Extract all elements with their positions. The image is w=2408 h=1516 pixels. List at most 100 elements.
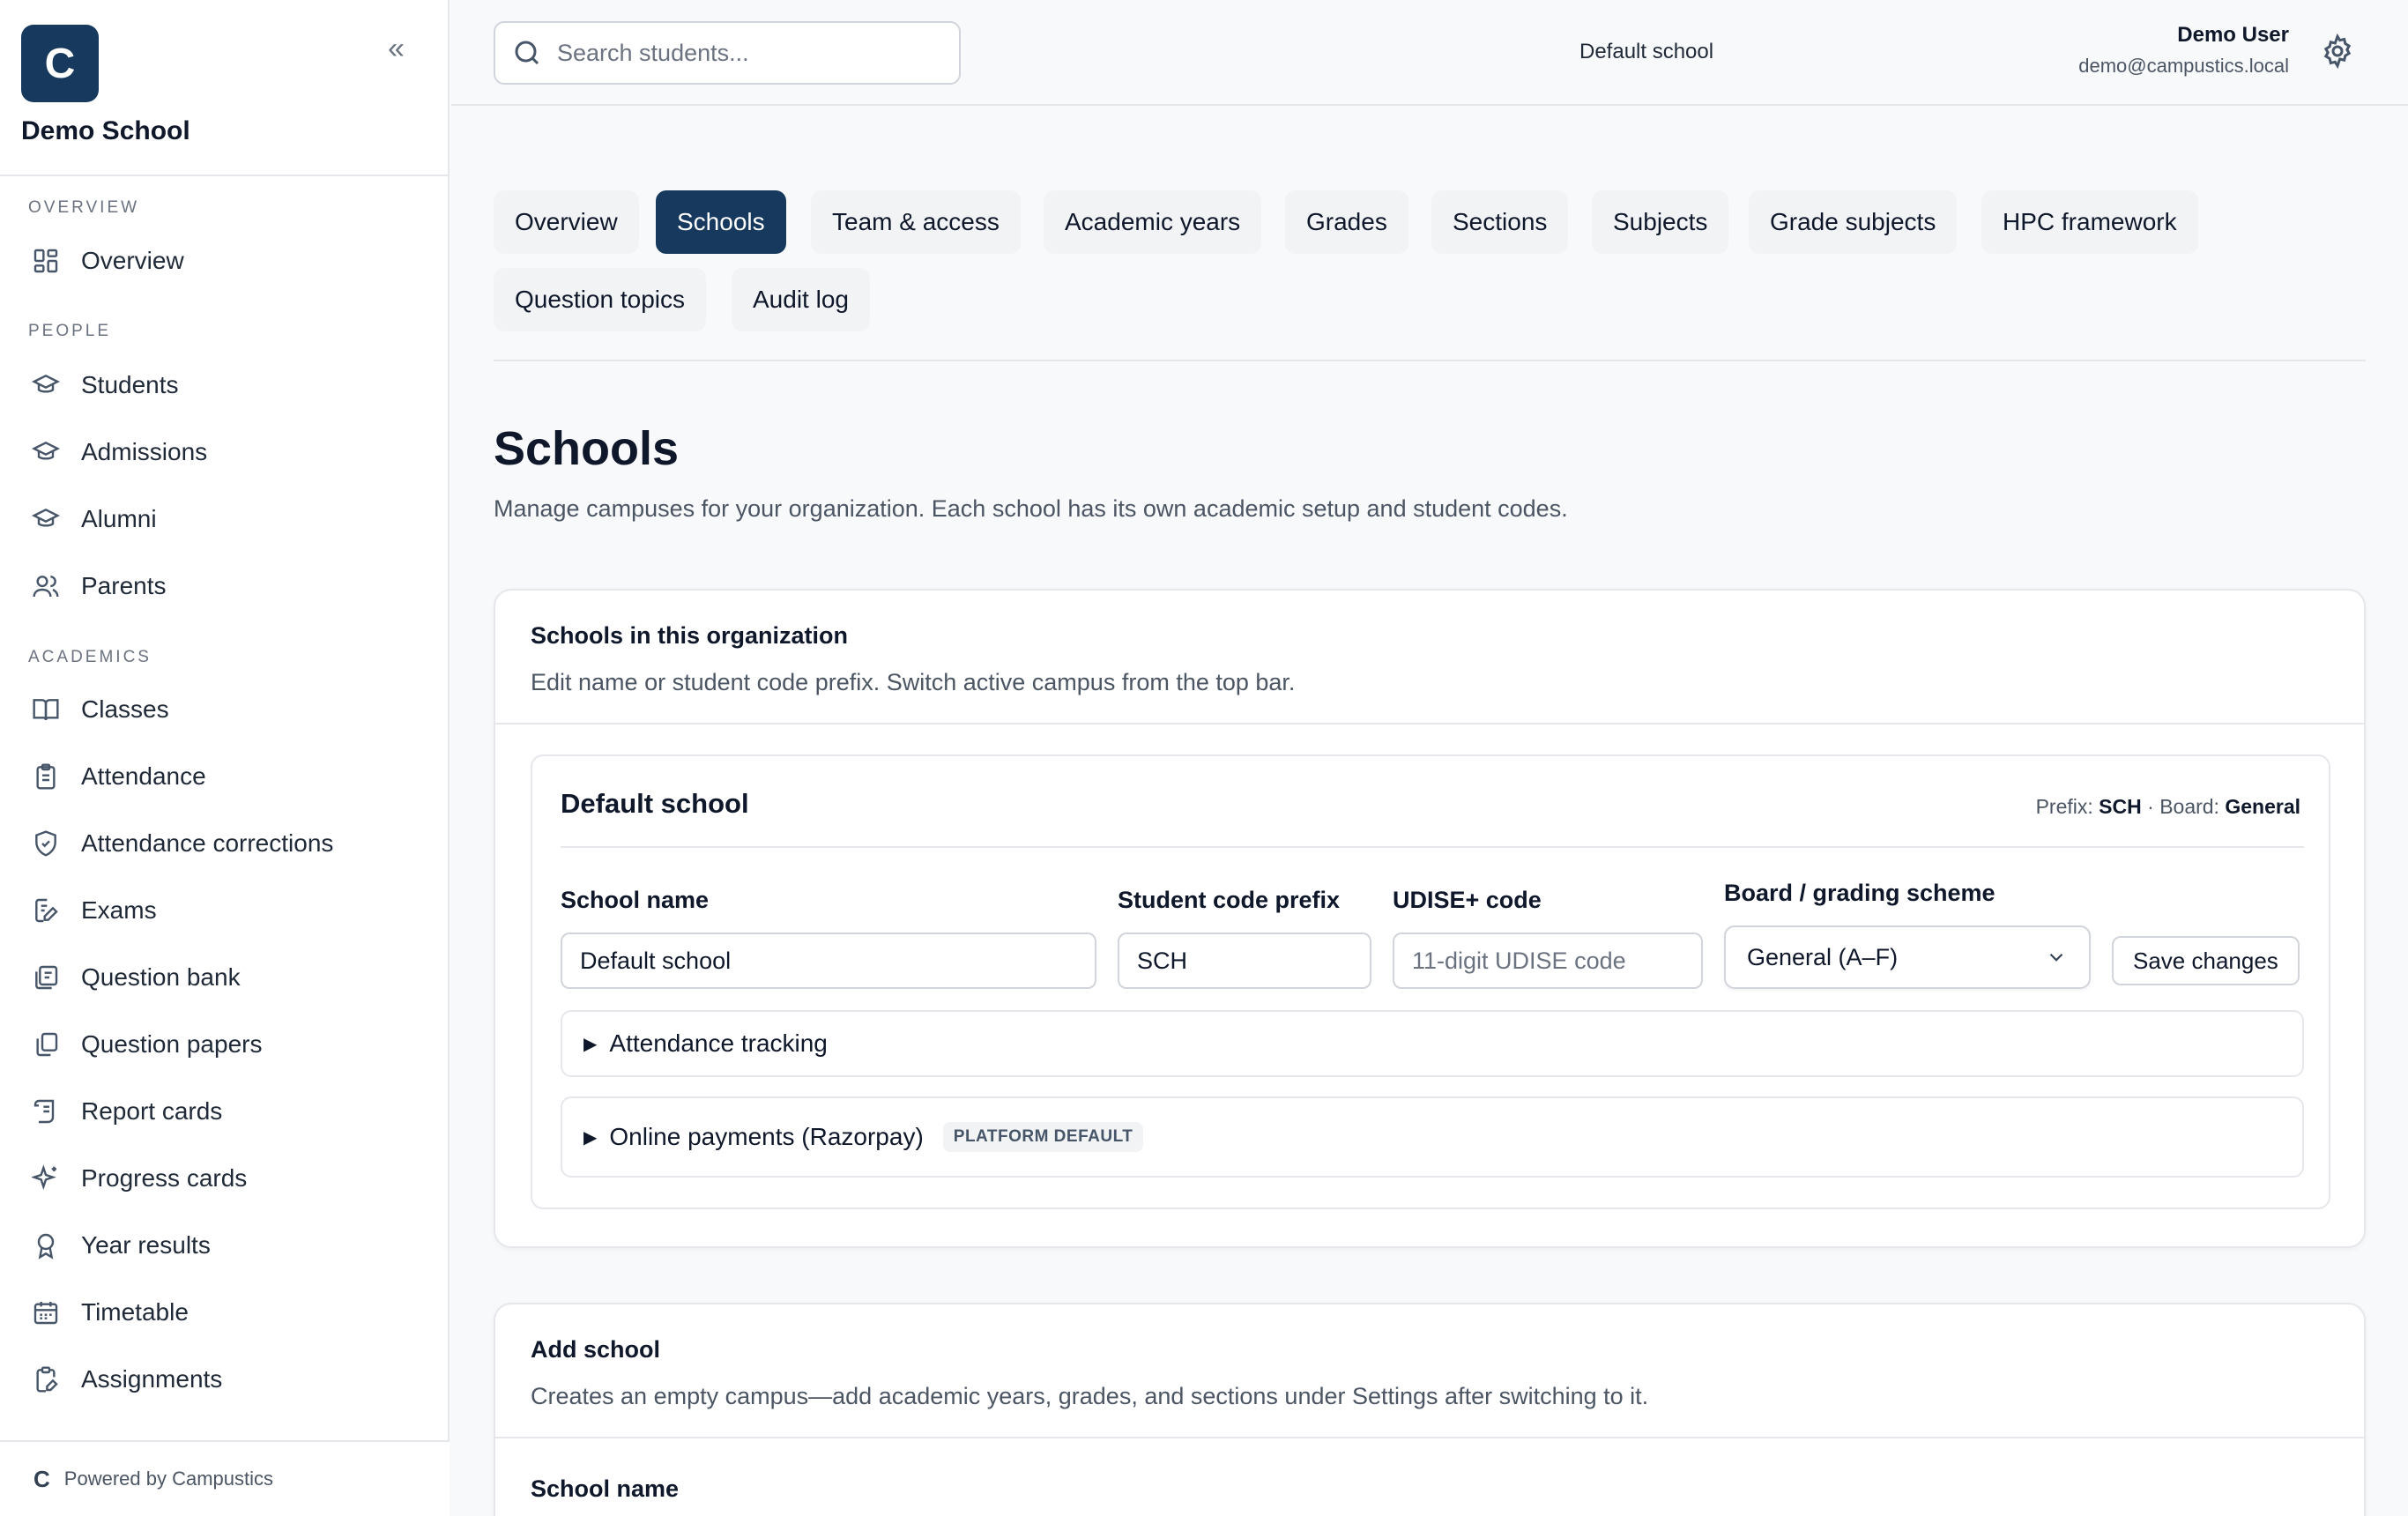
tab-sections[interactable]: Sections bbox=[1431, 190, 1569, 254]
top-bar: Default school Demo User demo@campustics… bbox=[451, 0, 2408, 106]
tab-audit-log[interactable]: Audit log bbox=[732, 268, 870, 331]
sidebar-item-label: Question papers bbox=[81, 1030, 263, 1058]
add-school-name-label: School name bbox=[531, 1475, 680, 1502]
section-label-people: PEOPLE bbox=[28, 322, 112, 340]
sidebar-item-label: Overview bbox=[81, 247, 184, 274]
sidebar-item-report-cards[interactable]: Report cards bbox=[0, 1085, 450, 1138]
tab-grade-subjects[interactable]: Grade subjects bbox=[1749, 190, 1958, 254]
chevron-down-icon bbox=[2049, 953, 2063, 962]
tab-subjects[interactable]: Subjects bbox=[1592, 190, 1729, 254]
sidebar-item-exams[interactable]: Exams bbox=[0, 884, 450, 937]
search-input[interactable] bbox=[557, 39, 945, 67]
card-header: Add school Creates an empty campus—add a… bbox=[495, 1304, 2364, 1438]
board-grading-value: General (A–F) bbox=[1747, 943, 1899, 970]
school-name-label: School name bbox=[561, 887, 710, 913]
sidebar-item-year-results[interactable]: Year results bbox=[0, 1219, 450, 1272]
section-label-overview: OVERVIEW bbox=[28, 198, 140, 217]
sidebar-item-label: Report cards bbox=[81, 1097, 223, 1125]
student-code-prefix-input[interactable] bbox=[1118, 933, 1371, 989]
panel-divider bbox=[561, 846, 2304, 848]
sidebar-item-label: Question bank bbox=[81, 963, 241, 991]
disclosure-triangle-icon: ▶ bbox=[583, 1034, 598, 1054]
udise-code-label: UDISE+ code bbox=[1393, 887, 1542, 913]
attendance-tracking-label: Attendance tracking bbox=[609, 1029, 828, 1057]
platform-default-badge: PLATFORM DEFAULT bbox=[942, 1122, 1144, 1152]
board-label: Board: bbox=[2159, 795, 2219, 818]
sidebar-item-label: Students bbox=[81, 371, 179, 398]
sidebar-item-classes[interactable]: Classes bbox=[0, 683, 450, 736]
sidebar-divider bbox=[0, 175, 450, 176]
powered-by-text: Powered by Campustics bbox=[63, 1468, 273, 1490]
sidebar-item-parents[interactable]: Parents bbox=[0, 560, 450, 613]
campustics-logo-icon: C bbox=[33, 1465, 50, 1492]
search-box[interactable] bbox=[494, 21, 961, 85]
sidebar-item-overview[interactable]: Overview bbox=[0, 234, 450, 287]
udise-code-input[interactable] bbox=[1393, 933, 1703, 989]
sidebar-item-label: Assignments bbox=[81, 1365, 223, 1393]
sidebar-item-attendance-corrections[interactable]: Attendance corrections bbox=[0, 817, 450, 870]
clipboard-list-icon bbox=[26, 757, 65, 796]
student-code-prefix-label: Student code prefix bbox=[1118, 887, 1341, 913]
tab-overview[interactable]: Overview bbox=[494, 190, 639, 254]
sidebar-item-alumni[interactable]: Alumni bbox=[0, 493, 450, 546]
brand-logo[interactable]: C bbox=[21, 25, 99, 102]
sidebar-item-label: Exams bbox=[81, 896, 157, 924]
book-copy-icon bbox=[26, 958, 65, 997]
sidebar-item-label: Attendance corrections bbox=[81, 829, 334, 857]
online-payments-label: Online payments (Razorpay) bbox=[609, 1123, 924, 1150]
tab-academic-years[interactable]: Academic years bbox=[1044, 190, 1262, 254]
users-icon bbox=[26, 567, 65, 606]
card-description: Edit name or student code prefix. Switch… bbox=[531, 669, 1296, 695]
sidebar: C « Demo School OVERVIEW Overview PEOPLE… bbox=[0, 0, 450, 1516]
tab-grades[interactable]: Grades bbox=[1285, 190, 1408, 254]
section-label-academics: ACADEMICS bbox=[28, 648, 152, 666]
sidebar-item-assignments[interactable]: Assignments bbox=[0, 1353, 450, 1406]
tab-team-access[interactable]: Team & access bbox=[811, 190, 1021, 254]
sidebar-item-progress-cards[interactable]: Progress cards bbox=[0, 1152, 450, 1205]
user-menu[interactable]: Demo User demo@campustics.local bbox=[2078, 23, 2289, 78]
page-title: Schools bbox=[494, 422, 680, 475]
school-name-input[interactable] bbox=[561, 933, 1096, 989]
online-payments-toggle[interactable]: ▶ Online payments (Razorpay) PLATFORM DE… bbox=[561, 1096, 2304, 1178]
attendance-tracking-toggle[interactable]: ▶ Attendance tracking bbox=[561, 1010, 2304, 1077]
card-title: Add school bbox=[531, 1336, 660, 1363]
collapse-sidebar-icon[interactable]: « bbox=[388, 32, 405, 66]
school-panel-title: Default school bbox=[561, 788, 749, 819]
board-grading-label: Board / grading scheme bbox=[1724, 880, 1996, 906]
sidebar-item-question-papers[interactable]: Question papers bbox=[0, 1018, 450, 1071]
sidebar-item-label: Alumni bbox=[81, 505, 157, 532]
sidebar-item-label: Attendance bbox=[81, 762, 206, 790]
board-grading-select[interactable]: General (A–F) bbox=[1724, 925, 2091, 989]
sidebar-item-label: Progress cards bbox=[81, 1164, 248, 1192]
tabs-divider bbox=[494, 360, 2366, 361]
page-description: Manage campuses for your organization. E… bbox=[494, 495, 1568, 522]
sidebar-item-attendance[interactable]: Attendance bbox=[0, 750, 450, 803]
sidebar-item-label: Classes bbox=[81, 695, 169, 723]
sidebar-item-label: Year results bbox=[81, 1231, 211, 1259]
card-header: Schools in this organization Edit name o… bbox=[495, 591, 2364, 725]
scroll-icon bbox=[26, 1092, 65, 1131]
shield-check-icon bbox=[26, 824, 65, 863]
school-meta: Prefix: SCH · Board: General bbox=[2036, 795, 2300, 819]
sidebar-item-students[interactable]: Students bbox=[0, 359, 450, 412]
sidebar-item-timetable[interactable]: Timetable bbox=[0, 1286, 450, 1339]
sidebar-item-question-bank[interactable]: Question bank bbox=[0, 951, 450, 1004]
user-email: demo@campustics.local bbox=[2078, 55, 2289, 77]
prefix-label: Prefix: bbox=[2035, 795, 2093, 818]
graduation-cap-icon bbox=[26, 433, 65, 472]
tab-hpc-framework[interactable]: HPC framework bbox=[1981, 190, 2198, 254]
main-content: Overview Schools Team & access Academic … bbox=[451, 108, 2408, 1516]
save-changes-button[interactable]: Save changes bbox=[2112, 936, 2300, 985]
active-school-switcher[interactable]: Default school bbox=[1579, 40, 1713, 64]
sidebar-item-label: Parents bbox=[81, 572, 167, 599]
layout-grid-icon bbox=[26, 242, 65, 280]
sidebar-item-label: Timetable bbox=[81, 1298, 189, 1326]
sidebar-item-label: Admissions bbox=[81, 438, 208, 465]
search-icon bbox=[515, 41, 539, 65]
tab-question-topics[interactable]: Question topics bbox=[494, 268, 706, 331]
calendar-icon bbox=[26, 1293, 65, 1332]
sidebar-nav: OVERVIEW Overview PEOPLE Students Admiss… bbox=[0, 194, 450, 1437]
sidebar-item-admissions[interactable]: Admissions bbox=[0, 426, 450, 479]
tab-schools[interactable]: Schools bbox=[656, 190, 786, 254]
gear-icon[interactable] bbox=[2320, 33, 2355, 69]
